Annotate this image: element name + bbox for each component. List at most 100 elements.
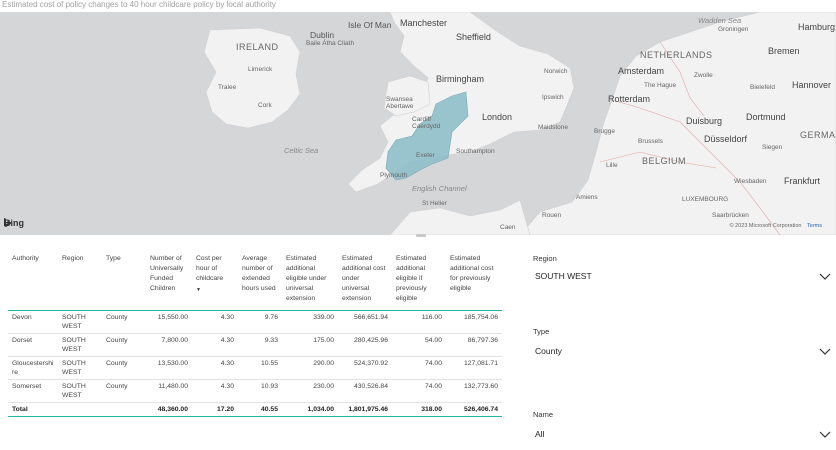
col-header-cost-universal[interactable]: Estimated additional cost under universa… xyxy=(338,251,392,311)
total-extended-hours: 40.55 xyxy=(238,402,282,417)
region-dropdown[interactable]: SOUTH WEST xyxy=(533,264,833,288)
cell-authority: Somerset xyxy=(8,379,58,403)
map-label-amsterdam: Amsterdam xyxy=(618,66,665,76)
map-label-limerick: Limerick xyxy=(248,66,273,73)
map-label-wiesbaden: Wiesbaden xyxy=(734,178,767,185)
map-label-bremen: Bremen xyxy=(768,46,800,56)
cell-cost-per-hour: 4.30 xyxy=(192,356,238,380)
col-header-funded-children[interactable]: Number of Universally Funded Children xyxy=(146,251,192,311)
cell-eligible-universal: 290.00 xyxy=(282,356,338,380)
cell-region: SOUTH WEST xyxy=(58,333,102,357)
table-row[interactable]: Devon SOUTH WEST County 15,550.00 4.30 9… xyxy=(8,310,502,334)
table-header-row: Authority Region Type Number of Universa… xyxy=(8,251,502,311)
data-table: Authority Region Type Number of Universa… xyxy=(8,251,502,417)
cell-cost-previous: 132,773.60 xyxy=(446,379,502,403)
type-dropdown[interactable]: County xyxy=(533,337,833,361)
cell-eligible-universal: 175.00 xyxy=(282,333,338,357)
map-copyright: © 2023 Microsoft Corporation Terms xyxy=(730,223,822,229)
cell-eligible-universal: 339.00 xyxy=(282,310,338,334)
map-label-wadden-sea: Wadden Sea xyxy=(698,16,742,25)
col-header-extended-hours[interactable]: Average number of extended hours used xyxy=(238,251,282,311)
total-type xyxy=(102,402,146,417)
map-label-birmingham: Birmingham xyxy=(436,74,485,84)
cell-type: County xyxy=(102,356,146,380)
col-header-cost-per-hour-label: Cost per hour of childcare xyxy=(196,255,224,282)
type-dropdown-value: County xyxy=(535,346,562,356)
name-dropdown[interactable]: All xyxy=(533,420,833,444)
report-title: Estimated cost of policy changes to 40 h… xyxy=(2,0,276,9)
cell-funded-children: 7,800.00 xyxy=(146,333,192,357)
table-row[interactable]: Somerset SOUTH WEST County 11,480.00 4.3… xyxy=(8,379,502,403)
cell-authority: Dorset xyxy=(8,333,58,357)
type-slicer: Type County xyxy=(533,327,833,367)
map-label-norwich: Norwich xyxy=(544,68,568,75)
cell-region: SOUTH WEST xyxy=(58,310,102,334)
cell-extended-hours: 9.76 xyxy=(238,310,282,334)
map-label-siegen: Siegen xyxy=(762,144,783,151)
total-cost-universal: 1,801,975.46 xyxy=(338,402,392,417)
map-label-dusseldorf: Düsseldorf xyxy=(704,134,748,144)
cell-authority: Gloucestershire xyxy=(8,356,58,380)
map-label-cork: Cork xyxy=(258,102,272,109)
cell-eligible-universal: 230.00 xyxy=(282,379,338,403)
col-header-eligible-previous[interactable]: Estimated additional eligible if previou… xyxy=(392,251,446,311)
cell-cost-universal: 566,651.94 xyxy=(338,310,392,334)
cell-region: SOUTH WEST xyxy=(58,356,102,380)
map-label-brussels: Brussels xyxy=(638,138,663,145)
map-label-lille: Lille xyxy=(606,162,618,169)
col-header-cost-per-hour[interactable]: Cost per hour of childcare ▼ xyxy=(192,251,238,311)
map-visual[interactable]: Isle Of Man Manchester Sheffield Dublin … xyxy=(0,12,836,235)
bing-logo: Bing xyxy=(4,218,24,228)
cell-eligible-previous: 74.00 xyxy=(392,356,446,380)
cell-type: County xyxy=(102,333,146,357)
map-label-manchester: Manchester xyxy=(400,18,448,28)
cell-authority: Devon xyxy=(8,310,58,334)
name-slicer-label: Name xyxy=(533,410,554,419)
total-funded-children: 48,360.00 xyxy=(146,402,192,417)
chevron-down-icon[interactable] xyxy=(819,429,831,439)
total-cost-per-hour: 17.20 xyxy=(192,402,238,417)
terms-link[interactable]: Terms xyxy=(807,223,822,229)
total-cost-previous: 526,406.74 xyxy=(446,402,502,417)
col-header-type[interactable]: Type xyxy=(102,251,146,311)
cell-eligible-previous: 74.00 xyxy=(392,379,446,403)
map-label-swansea: Swansea Abertawe xyxy=(386,96,414,110)
map-label-zwolle: Zwolle xyxy=(694,72,713,79)
col-header-eligible-universal[interactable]: Estimated additional eligible under univ… xyxy=(282,251,338,311)
map-label-exeter: Exeter xyxy=(416,152,435,159)
table-row[interactable]: Dorset SOUTH WEST County 7,800.00 4.30 9… xyxy=(8,333,502,357)
cell-extended-hours: 10.55 xyxy=(238,356,282,380)
map-label-london: London xyxy=(482,112,513,122)
cell-cost-universal: 280,425.96 xyxy=(338,333,392,357)
map-label-luxembourg: LUXEMBOURG xyxy=(682,196,729,203)
chevron-down-icon[interactable] xyxy=(819,271,831,281)
map-label-amiens: Amiens xyxy=(576,194,598,201)
cell-eligible-previous: 54.00 xyxy=(392,333,446,357)
resize-grip[interactable] xyxy=(416,234,426,237)
table-total-row: Total 48,360.00 17.20 40.55 1,034.00 1,8… xyxy=(8,402,502,417)
cell-eligible-previous: 116.00 xyxy=(392,310,446,334)
table-row[interactable]: Gloucestershire SOUTH WEST County 13,530… xyxy=(8,356,502,380)
total-region xyxy=(58,402,102,417)
cell-cost-per-hour: 4.30 xyxy=(192,379,238,403)
map-label-dublin: Dublin xyxy=(310,30,335,40)
sort-descending-icon[interactable]: ▼ xyxy=(196,285,234,295)
col-header-region[interactable]: Region xyxy=(58,251,102,311)
region-slicer-label: Region xyxy=(533,254,557,263)
map-label-germany: GERMAN xyxy=(800,130,836,140)
cell-region: SOUTH WEST xyxy=(58,379,102,403)
map-label-tralee: Tralee xyxy=(218,84,237,91)
map-label-english-channel: English Channel xyxy=(412,184,467,193)
col-header-authority[interactable]: Authority xyxy=(8,251,58,311)
cell-cost-previous: 127,081.71 xyxy=(446,356,502,380)
copyright-text: © 2023 Microsoft Corporation xyxy=(729,223,802,229)
chevron-down-icon[interactable] xyxy=(819,346,831,356)
map-label-the-hague: The Hague xyxy=(644,82,677,89)
map-label-maidstone: Maidstone xyxy=(538,124,568,131)
map-label-bielefeld: Bielefeld xyxy=(750,84,775,91)
region-slicer: Region SOUTH WEST xyxy=(533,254,833,294)
col-header-cost-previous[interactable]: Estimated additional cost for previously… xyxy=(446,251,502,311)
total-eligible-previous: 318.00 xyxy=(392,402,446,417)
cell-extended-hours: 10.93 xyxy=(238,379,282,403)
cell-type: County xyxy=(102,310,146,334)
